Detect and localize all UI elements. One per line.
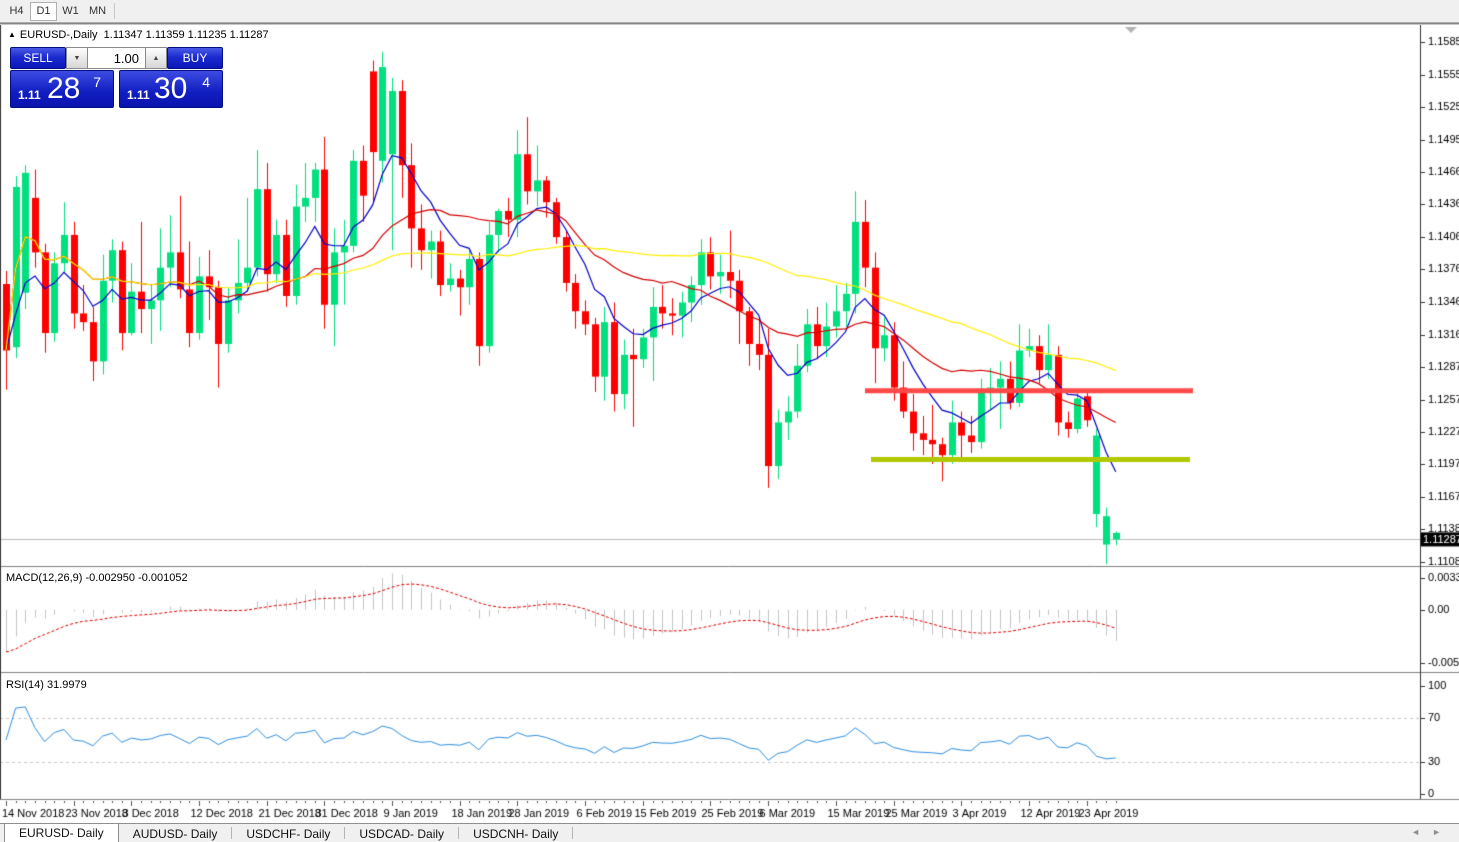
symbol-marker-icon: ▲: [8, 30, 16, 39]
timeframe-button-mn[interactable]: MN: [84, 2, 111, 21]
price-chart-canvas[interactable]: [0, 25, 1459, 823]
macd-values: -0.002950 -0.001052: [85, 572, 187, 584]
timeframe-button-d1[interactable]: D1: [30, 2, 57, 21]
tab-scroll-right-icon[interactable]: ►: [1432, 827, 1453, 837]
rsi-name: RSI(14): [6, 679, 44, 691]
timeframe-button-h4[interactable]: H4: [3, 2, 30, 21]
chart-tab-bar: EURUSD- Daily AUDUSD- Daily USDCHF- Dail…: [0, 823, 1459, 842]
chevron-up-icon: ▲: [153, 55, 160, 62]
tab-usdcad-daily[interactable]: USDCAD- Daily: [345, 827, 459, 839]
symbol-name: EURUSD-,Daily: [20, 29, 98, 41]
buy-button[interactable]: BUY: [167, 47, 223, 69]
macd-name: MACD(12,26,9): [6, 572, 82, 584]
tab-usdcnh-daily[interactable]: USDCNH- Daily: [459, 827, 573, 839]
chevron-down-icon: ▼: [74, 55, 81, 62]
chart-area: ▲ EURUSD-,Daily 1.11347 1.11359 1.11235 1…: [0, 25, 1459, 823]
timeframe-toolbar: H4 D1 W1 MN: [0, 0, 1459, 22]
buy-price-main: 30: [154, 72, 187, 106]
sell-price-pip: 7: [93, 74, 101, 90]
volume-decrease-button[interactable]: ▼: [66, 47, 88, 69]
sell-button[interactable]: SELL: [10, 47, 66, 69]
volume-increase-button[interactable]: ▲: [145, 47, 167, 69]
rsi-indicator-label: RSI(14) 31.9979: [6, 679, 87, 691]
macd-indicator-label: MACD(12,26,9) -0.002950 -0.001052: [6, 572, 188, 584]
tab-scrollers: ◄►: [1411, 827, 1453, 837]
tab-scroll-left-icon[interactable]: ◄: [1411, 827, 1432, 837]
sell-price-prefix: 1.11: [18, 88, 41, 102]
buy-price-prefix: 1.11: [127, 88, 150, 102]
tab-audusd-daily[interactable]: AUDUSD- Daily: [119, 827, 233, 839]
volume-input[interactable]: [88, 47, 145, 69]
sell-price-button[interactable]: 1.11 28 7: [10, 70, 114, 108]
buy-price-button[interactable]: 1.11 30 4: [119, 70, 223, 108]
toolbar-separator: [114, 3, 115, 19]
chart-title: ▲ EURUSD-,Daily 1.11347 1.11359 1.11235 1…: [8, 29, 269, 41]
ohlc-values: 1.11347 1.11359 1.11235 1.11287: [104, 29, 269, 41]
rsi-value: 31.9979: [47, 679, 87, 691]
buy-price-pip: 4: [202, 74, 210, 90]
one-click-trading-panel: SELL ▼ ▲ BUY 1.11 28 7 1.11 30 4: [10, 47, 223, 108]
tab-usdchf-daily[interactable]: USDCHF- Daily: [232, 827, 345, 839]
timeframe-button-w1[interactable]: W1: [57, 2, 84, 21]
sell-price-main: 28: [47, 72, 80, 106]
tab-eurusd-daily[interactable]: EURUSD- Daily: [4, 824, 119, 842]
